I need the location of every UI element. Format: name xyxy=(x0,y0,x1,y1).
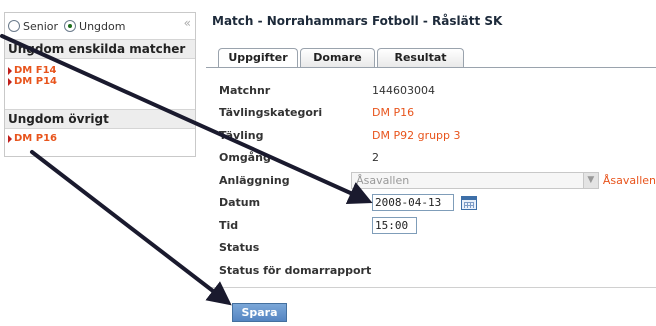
collapse-icon[interactable]: « xyxy=(184,16,191,30)
tavling-link[interactable]: DM P92 grupp 3 xyxy=(372,129,461,142)
matchnr-label: Matchnr xyxy=(219,83,271,97)
kategori-link[interactable]: DM P16 xyxy=(372,106,414,119)
datum-row: Datum xyxy=(219,192,656,215)
status-rapport-label: Status för domarrapport xyxy=(219,263,372,277)
datum-label: Datum xyxy=(219,196,261,210)
section-header-ovrigt: Ungdom övrigt xyxy=(5,109,195,129)
omgang-row: Omgång 2 xyxy=(219,147,656,170)
status-rapport-row: Status för domarrapport xyxy=(219,259,656,282)
sidebar-item-label: DM P14 xyxy=(14,76,57,87)
tid-label: Tid xyxy=(219,218,239,232)
matchnr-row: Matchnr 144603004 xyxy=(219,79,656,102)
form-divider xyxy=(206,287,656,288)
arrow-to-save xyxy=(30,150,232,306)
tab-uppgifter[interactable]: Uppgifter xyxy=(218,48,298,68)
kategori-row: Tävlingskategori DM P16 xyxy=(219,102,656,125)
level-filter: Senior Ungdom xyxy=(5,13,195,39)
tavling-label: Tävling xyxy=(219,128,264,142)
page-title: Match - Norrahammars Fotboll - Råslätt S… xyxy=(212,14,503,28)
ungdom-radio-label[interactable]: Ungdom xyxy=(79,20,125,33)
ungdom-radio[interactable] xyxy=(64,20,77,32)
tavling-row: Tävling DM P92 grupp 3 xyxy=(219,124,656,147)
triangle-icon xyxy=(8,134,12,143)
section-list-ovrigt: DM P16 xyxy=(5,129,195,150)
sidebar-item-label: DM F14 xyxy=(14,65,57,76)
anlaggning-row: Anläggning Åsavallen ▼ Åsavallen xyxy=(219,169,656,192)
section-list-enskilda: DM F14 DM P14 xyxy=(5,59,195,109)
omgang-value: 2 xyxy=(372,151,379,165)
sidebar-item-dm-f14[interactable]: DM F14 xyxy=(8,65,195,76)
triangle-icon xyxy=(8,77,12,86)
status-row: Status xyxy=(219,237,656,260)
triangle-icon xyxy=(8,66,12,75)
sidebar-item-label: DM P16 xyxy=(14,133,57,144)
sidebar-item-dm-p14[interactable]: DM P14 xyxy=(8,76,195,87)
tab-panel-border xyxy=(206,67,656,68)
datum-input[interactable] xyxy=(372,194,454,212)
tab-bar: Uppgifter Domare Resultat xyxy=(218,48,464,68)
anlaggning-label: Anläggning xyxy=(219,173,290,187)
match-form: Matchnr 144603004 Tävlingskategori DM P1… xyxy=(219,79,656,282)
sidebar-item-dm-p16[interactable]: DM P16 xyxy=(8,133,195,144)
save-button[interactable]: Spara xyxy=(232,303,287,322)
status-label: Status xyxy=(219,241,260,255)
anlaggning-select[interactable]: Åsavallen ▼ xyxy=(351,171,599,189)
anlaggning-link[interactable]: Åsavallen xyxy=(603,174,656,187)
sidebar-panel: Senior Ungdom « Ungdom enskilda matcher … xyxy=(4,12,196,157)
kategori-label: Tävlingskategori xyxy=(219,106,323,120)
senior-radio-label[interactable]: Senior xyxy=(23,20,58,33)
senior-radio[interactable] xyxy=(8,20,20,32)
matchnr-value: 144603004 xyxy=(372,83,435,97)
chevron-down-icon[interactable]: ▼ xyxy=(582,172,598,188)
omgang-label: Omgång xyxy=(219,151,271,165)
anlaggning-select-value: Åsavallen xyxy=(356,173,410,187)
tid-input[interactable] xyxy=(372,216,417,234)
tab-resultat[interactable]: Resultat xyxy=(377,48,464,67)
tab-domare[interactable]: Domare xyxy=(300,48,375,67)
tid-row: Tid xyxy=(219,214,656,237)
calendar-icon[interactable] xyxy=(461,195,477,210)
section-header-enskilda: Ungdom enskilda matcher xyxy=(5,39,195,59)
